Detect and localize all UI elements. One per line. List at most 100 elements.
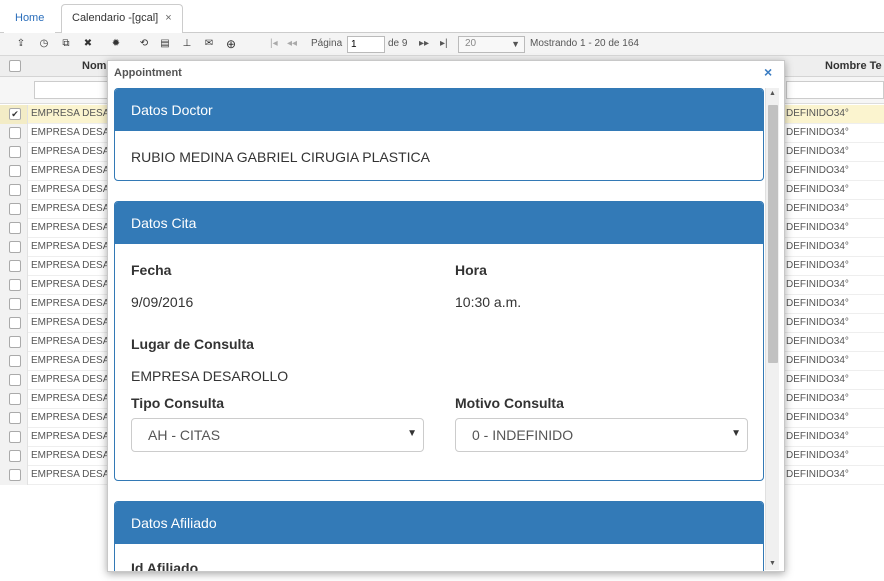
row-checkbox[interactable] xyxy=(9,336,21,348)
close-icon[interactable]: × xyxy=(764,64,772,80)
cell-nombre: EMPRESA DESA xyxy=(31,469,110,480)
cell-nombre-te: DEFINIDO34° xyxy=(786,431,849,442)
settings-icon[interactable]: ✹ xyxy=(109,37,123,51)
tab-home-label: Home xyxy=(15,12,45,24)
row-checkbox[interactable] xyxy=(9,146,21,158)
comment-icon[interactable]: ▤ xyxy=(158,37,172,51)
scroll-down-icon[interactable]: ▼ xyxy=(769,560,776,567)
select-all-checkbox[interactable] xyxy=(9,60,21,72)
fecha-value: 9/09/2016 xyxy=(131,294,194,310)
tab-bar: Home Calendario -[gcal] × xyxy=(0,0,884,33)
filter-input-nombre-te[interactable] xyxy=(786,81,884,99)
cell-nombre: EMPRESA DESA xyxy=(31,203,110,214)
tab-close-icon[interactable]: × xyxy=(165,12,171,24)
row-checkbox[interactable] xyxy=(9,431,21,443)
cell-nombre: EMPRESA DESA xyxy=(31,127,110,138)
page-input[interactable] xyxy=(347,36,385,53)
tab-home[interactable]: Home xyxy=(4,4,56,33)
delete-icon[interactable]: ✖ xyxy=(81,37,95,51)
cell-nombre-te: DEFINIDO34° xyxy=(786,146,849,157)
cell-nombre: EMPRESA DESA xyxy=(31,279,110,290)
first-page-icon[interactable]: |◂ xyxy=(270,36,278,52)
chevron-down-icon: ▼ xyxy=(407,428,417,439)
export-icon[interactable]: ⇪ xyxy=(14,37,28,51)
fecha-label: Fecha xyxy=(131,262,172,278)
row-checkbox[interactable] xyxy=(9,469,21,481)
cell-nombre: EMPRESA DESA xyxy=(31,165,110,176)
panel-datos-afiliado: Datos Afiliado Id Afiliado xyxy=(114,501,764,571)
row-checkbox[interactable] xyxy=(9,412,21,424)
row-checkbox[interactable] xyxy=(9,184,21,196)
cell-nombre-te: DEFINIDO34° xyxy=(786,412,849,423)
cell-nombre: EMPRESA DESA xyxy=(31,222,110,233)
cell-nombre-te: DEFINIDO34° xyxy=(786,203,849,214)
modal-body: Datos Doctor RUBIO MEDINA GABRIEL CIRUGI… xyxy=(114,88,764,571)
row-checkbox[interactable] xyxy=(9,450,21,462)
cell-nombre: EMPRESA DESA xyxy=(31,431,110,442)
cell-nombre-te: DEFINIDO34° xyxy=(786,355,849,366)
mail-icon[interactable]: ✉ xyxy=(202,37,216,51)
chevron-down-icon: ▼ xyxy=(511,39,520,49)
cell-nombre-te: DEFINIDO34° xyxy=(786,336,849,347)
row-checkbox[interactable] xyxy=(9,355,21,367)
cell-nombre: EMPRESA DESA xyxy=(31,241,110,252)
motivo-consulta-select[interactable]: 0 - INDEFINIDO ▼ xyxy=(455,418,748,452)
row-checkbox[interactable] xyxy=(9,165,21,177)
row-checkbox[interactable] xyxy=(9,317,21,329)
cell-nombre-te: DEFINIDO34° xyxy=(786,393,849,404)
cell-nombre: EMPRESA DESA xyxy=(31,412,110,423)
hora-value: 10:30 a.m. xyxy=(455,294,522,310)
cell-nombre: EMPRESA DESA xyxy=(31,336,110,347)
refresh-icon[interactable]: ⟲ xyxy=(137,37,151,51)
cell-nombre-te: DEFINIDO34° xyxy=(786,469,849,480)
tab-calendario[interactable]: Calendario -[gcal] × xyxy=(61,4,183,33)
row-checkbox[interactable] xyxy=(9,374,21,386)
row-checkbox[interactable] xyxy=(9,279,21,291)
cell-nombre: EMPRESA DESA xyxy=(31,298,110,309)
add-icon[interactable]: ⊕ xyxy=(224,37,238,51)
row-checkbox[interactable] xyxy=(9,203,21,215)
next-page-icon[interactable]: ▸▸ xyxy=(419,36,429,52)
cell-nombre: EMPRESA DESA xyxy=(31,317,110,328)
row-checkbox[interactable] xyxy=(9,127,21,139)
pin-icon[interactable]: ⊥ xyxy=(180,37,194,51)
scrollbar-thumb[interactable] xyxy=(768,105,778,363)
tipo-consulta-value: AH - CITAS xyxy=(148,427,221,443)
page-count-label: de 9 xyxy=(388,38,408,49)
cell-nombre-te: DEFINIDO34° xyxy=(786,222,849,233)
column-header-nombre-te[interactable]: Nombre Te xyxy=(825,60,882,72)
cell-nombre: EMPRESA DESA xyxy=(31,108,110,119)
panel-header-cita: Datos Cita xyxy=(115,202,763,244)
row-checkbox[interactable] xyxy=(9,260,21,272)
row-checkbox[interactable]: ✔ xyxy=(9,108,21,120)
row-checkbox[interactable] xyxy=(9,241,21,253)
prev-page-icon[interactable]: ◂◂ xyxy=(287,36,297,52)
cell-nombre-te: DEFINIDO34° xyxy=(786,279,849,290)
cell-nombre: EMPRESA DESA xyxy=(31,184,110,195)
column-header-nombre[interactable]: Nom xyxy=(82,60,106,72)
tipo-consulta-select[interactable]: AH - CITAS ▼ xyxy=(131,418,424,452)
panel-header-afiliado: Datos Afiliado xyxy=(115,502,763,544)
row-checkbox[interactable] xyxy=(9,393,21,405)
cell-nombre-te: DEFINIDO34° xyxy=(786,317,849,328)
last-page-icon[interactable]: ▸| xyxy=(440,36,448,52)
panel-header-doctor: Datos Doctor xyxy=(115,89,763,131)
motivo-consulta-label: Motivo Consulta xyxy=(455,395,564,411)
cell-nombre: EMPRESA DESA xyxy=(31,393,110,404)
hora-label: Hora xyxy=(455,262,487,278)
cell-nombre-te: DEFINIDO34° xyxy=(786,260,849,271)
cell-nombre: EMPRESA DESA xyxy=(31,146,110,157)
chevron-down-icon: ▼ xyxy=(731,428,741,439)
modal-scrollbar[interactable]: ▲ ▼ xyxy=(765,88,779,570)
appointment-modal: Appointment × Datos Doctor RUBIO MEDINA … xyxy=(107,60,785,572)
tipo-consulta-label: Tipo Consulta xyxy=(131,395,225,411)
clock-icon[interactable]: ◷ xyxy=(37,37,51,51)
row-checkbox[interactable] xyxy=(9,298,21,310)
rows-per-page-select[interactable]: 20 ▼ xyxy=(458,36,525,53)
row-checkbox[interactable] xyxy=(9,222,21,234)
cell-nombre-te: DEFINIDO34° xyxy=(786,374,849,385)
panel-datos-cita: Datos Cita Fecha 9/09/2016 Hora 10:30 a.… xyxy=(114,201,764,481)
filter-input-nombre[interactable] xyxy=(34,81,114,99)
scroll-up-icon[interactable]: ▲ xyxy=(769,90,776,97)
copy-icon[interactable]: ⧉ xyxy=(59,37,73,51)
